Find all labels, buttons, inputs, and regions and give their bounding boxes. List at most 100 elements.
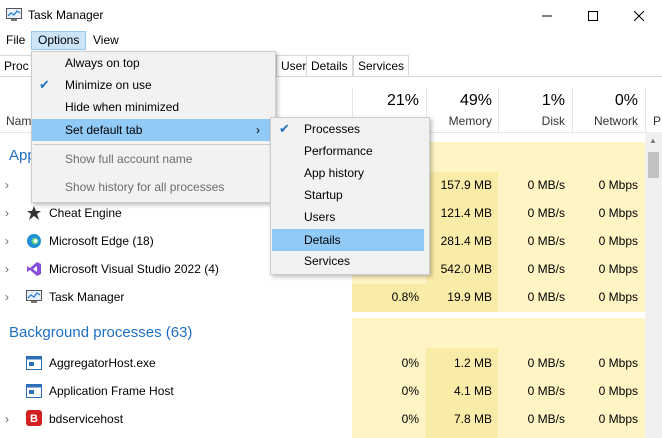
window-title: Task Manager	[28, 8, 104, 22]
menu-item-set-default-tab[interactable]: Set default tab ›	[32, 119, 273, 141]
network-column-header[interactable]: Network	[572, 114, 638, 128]
process-name: Application Frame Host	[49, 384, 174, 398]
network-cell: 0 Mbps	[598, 356, 638, 370]
network-percent[interactable]: 0%	[572, 92, 638, 110]
disk-percent[interactable]: 1%	[498, 92, 565, 110]
scroll-thumb[interactable]	[648, 152, 659, 178]
menu-item-show-history[interactable]: Show history for all processes	[32, 176, 274, 198]
submenu-item-services[interactable]: Services	[271, 250, 427, 272]
memory-cell: 542.0 MB	[440, 262, 492, 276]
menu-item-show-full-account-name[interactable]: Show full account name	[32, 148, 274, 170]
memory-cell: 4.1 MB	[453, 384, 492, 398]
minimize-icon	[542, 15, 552, 16]
submenu-item-details[interactable]: Details	[272, 229, 424, 251]
menu-item-label: Always on top	[65, 56, 140, 70]
disk-column-header[interactable]: Disk	[498, 114, 565, 128]
menu-item-label: Users	[304, 210, 336, 224]
memory-cell: 121.4 MB	[440, 206, 492, 220]
service-window-icon	[26, 356, 42, 373]
submenu-item-startup[interactable]: Startup	[271, 184, 427, 206]
task-manager-icon	[26, 290, 42, 307]
cpu-percent[interactable]: 21%	[352, 92, 419, 110]
menu-item-label: Processes	[304, 122, 361, 136]
expand-chevron-icon[interactable]: ›	[5, 206, 9, 220]
power-column-header[interactable]: P	[653, 114, 661, 128]
minimize-button[interactable]	[524, 0, 570, 31]
menu-item-always-on-top[interactable]: Always on top	[32, 52, 274, 74]
menu-item-label: Set default tab	[65, 123, 143, 137]
memory-cell: 157.9 MB	[440, 178, 492, 192]
menu-item-label: Performance	[304, 144, 373, 158]
visual-studio-icon	[26, 261, 42, 280]
process-name: Microsoft Visual Studio 2022 (4)	[49, 262, 219, 276]
menu-separator	[33, 144, 273, 145]
svg-text:B: B	[30, 413, 38, 425]
disk-cell: 0 MB/s	[527, 178, 565, 192]
network-cell: 0 Mbps	[598, 234, 638, 248]
network-cell: 0 Mbps	[598, 384, 638, 398]
task-manager-icon	[6, 8, 22, 22]
network-cell: 0 Mbps	[598, 290, 638, 304]
memory-cell: 19.9 MB	[447, 290, 492, 304]
tab-services[interactable]: Services	[353, 55, 410, 76]
cpu-cell: 0%	[401, 356, 419, 370]
memory-column-header[interactable]: Memory	[426, 114, 492, 128]
bitdefender-icon: B	[26, 410, 42, 429]
menu-item-label: Details	[304, 233, 341, 247]
menu-options[interactable]: Options	[31, 31, 87, 50]
expand-chevron-icon[interactable]: ›	[5, 178, 9, 192]
tab-processes[interactable]: Proc	[0, 55, 34, 76]
process-name: AggregatorHost.exe	[49, 356, 156, 370]
background-group-heat	[352, 318, 645, 348]
close-icon	[634, 10, 644, 21]
submenu-item-processes[interactable]: ✔ Processes	[271, 118, 427, 140]
menu-view[interactable]: View	[87, 31, 125, 50]
menu-item-minimize-on-use[interactable]: ✔ Minimize on use	[32, 74, 274, 96]
network-cell: 0 Mbps	[598, 262, 638, 276]
name-column-header[interactable]: Nam	[6, 114, 31, 128]
edge-icon	[26, 233, 42, 252]
submenu-item-users[interactable]: Users	[271, 206, 427, 228]
process-name: Microsoft Edge (18)	[49, 234, 154, 248]
maximize-icon	[588, 10, 598, 21]
close-button[interactable]	[616, 0, 662, 31]
process-name: Task Manager	[49, 290, 125, 304]
menu-item-label: Hide when minimized	[65, 100, 180, 114]
scroll-up-arrow-icon[interactable]: ▲	[649, 136, 657, 145]
column-separator	[645, 88, 646, 132]
checkmark-icon: ✔	[39, 77, 50, 92]
submenu-item-app-history[interactable]: App history	[271, 162, 427, 184]
tab-details[interactable]: Details	[306, 55, 353, 76]
process-name: bdservicehost	[49, 412, 124, 426]
service-window-icon	[26, 384, 42, 401]
disk-cell: 0 MB/s	[527, 234, 565, 248]
memory-cell: 1.2 MB	[453, 356, 492, 370]
memory-percent[interactable]: 49%	[426, 92, 492, 110]
cheat-engine-icon	[26, 205, 42, 224]
menu-item-hide-when-minimized[interactable]: Hide when minimized	[32, 96, 274, 118]
process-name: Cheat Engine	[49, 206, 122, 220]
expand-chevron-icon[interactable]: ›	[5, 290, 9, 304]
expand-chevron-icon[interactable]: ›	[5, 412, 9, 426]
disk-cell: 0 MB/s	[527, 262, 565, 276]
expand-chevron-icon[interactable]: ›	[5, 262, 9, 276]
memory-cell: 281.4 MB	[440, 234, 492, 248]
menu-item-label: App history	[304, 166, 365, 180]
network-cell: 0 Mbps	[598, 178, 638, 192]
cpu-cell: 0.8%	[391, 290, 419, 304]
disk-cell: 0 MB/s	[527, 384, 565, 398]
memory-cell: 7.8 MB	[453, 412, 492, 426]
menu-item-label: Show full account name	[65, 152, 193, 166]
disk-cell: 0 MB/s	[527, 356, 565, 370]
maximize-button[interactable]	[570, 0, 616, 31]
submenu-item-performance[interactable]: Performance	[271, 140, 427, 162]
menu-item-label: Minimize on use	[65, 78, 152, 92]
menu-file[interactable]: File	[0, 31, 31, 50]
menu-item-label: Show history for all processes	[65, 180, 225, 194]
cpu-cell: 0%	[401, 412, 419, 426]
submenu-chevron-icon: ›	[256, 123, 260, 137]
menu-item-label: Services	[304, 254, 351, 268]
disk-cell: 0 MB/s	[527, 412, 565, 426]
expand-chevron-icon[interactable]: ›	[5, 234, 9, 248]
cpu-cell: 0%	[401, 384, 419, 398]
